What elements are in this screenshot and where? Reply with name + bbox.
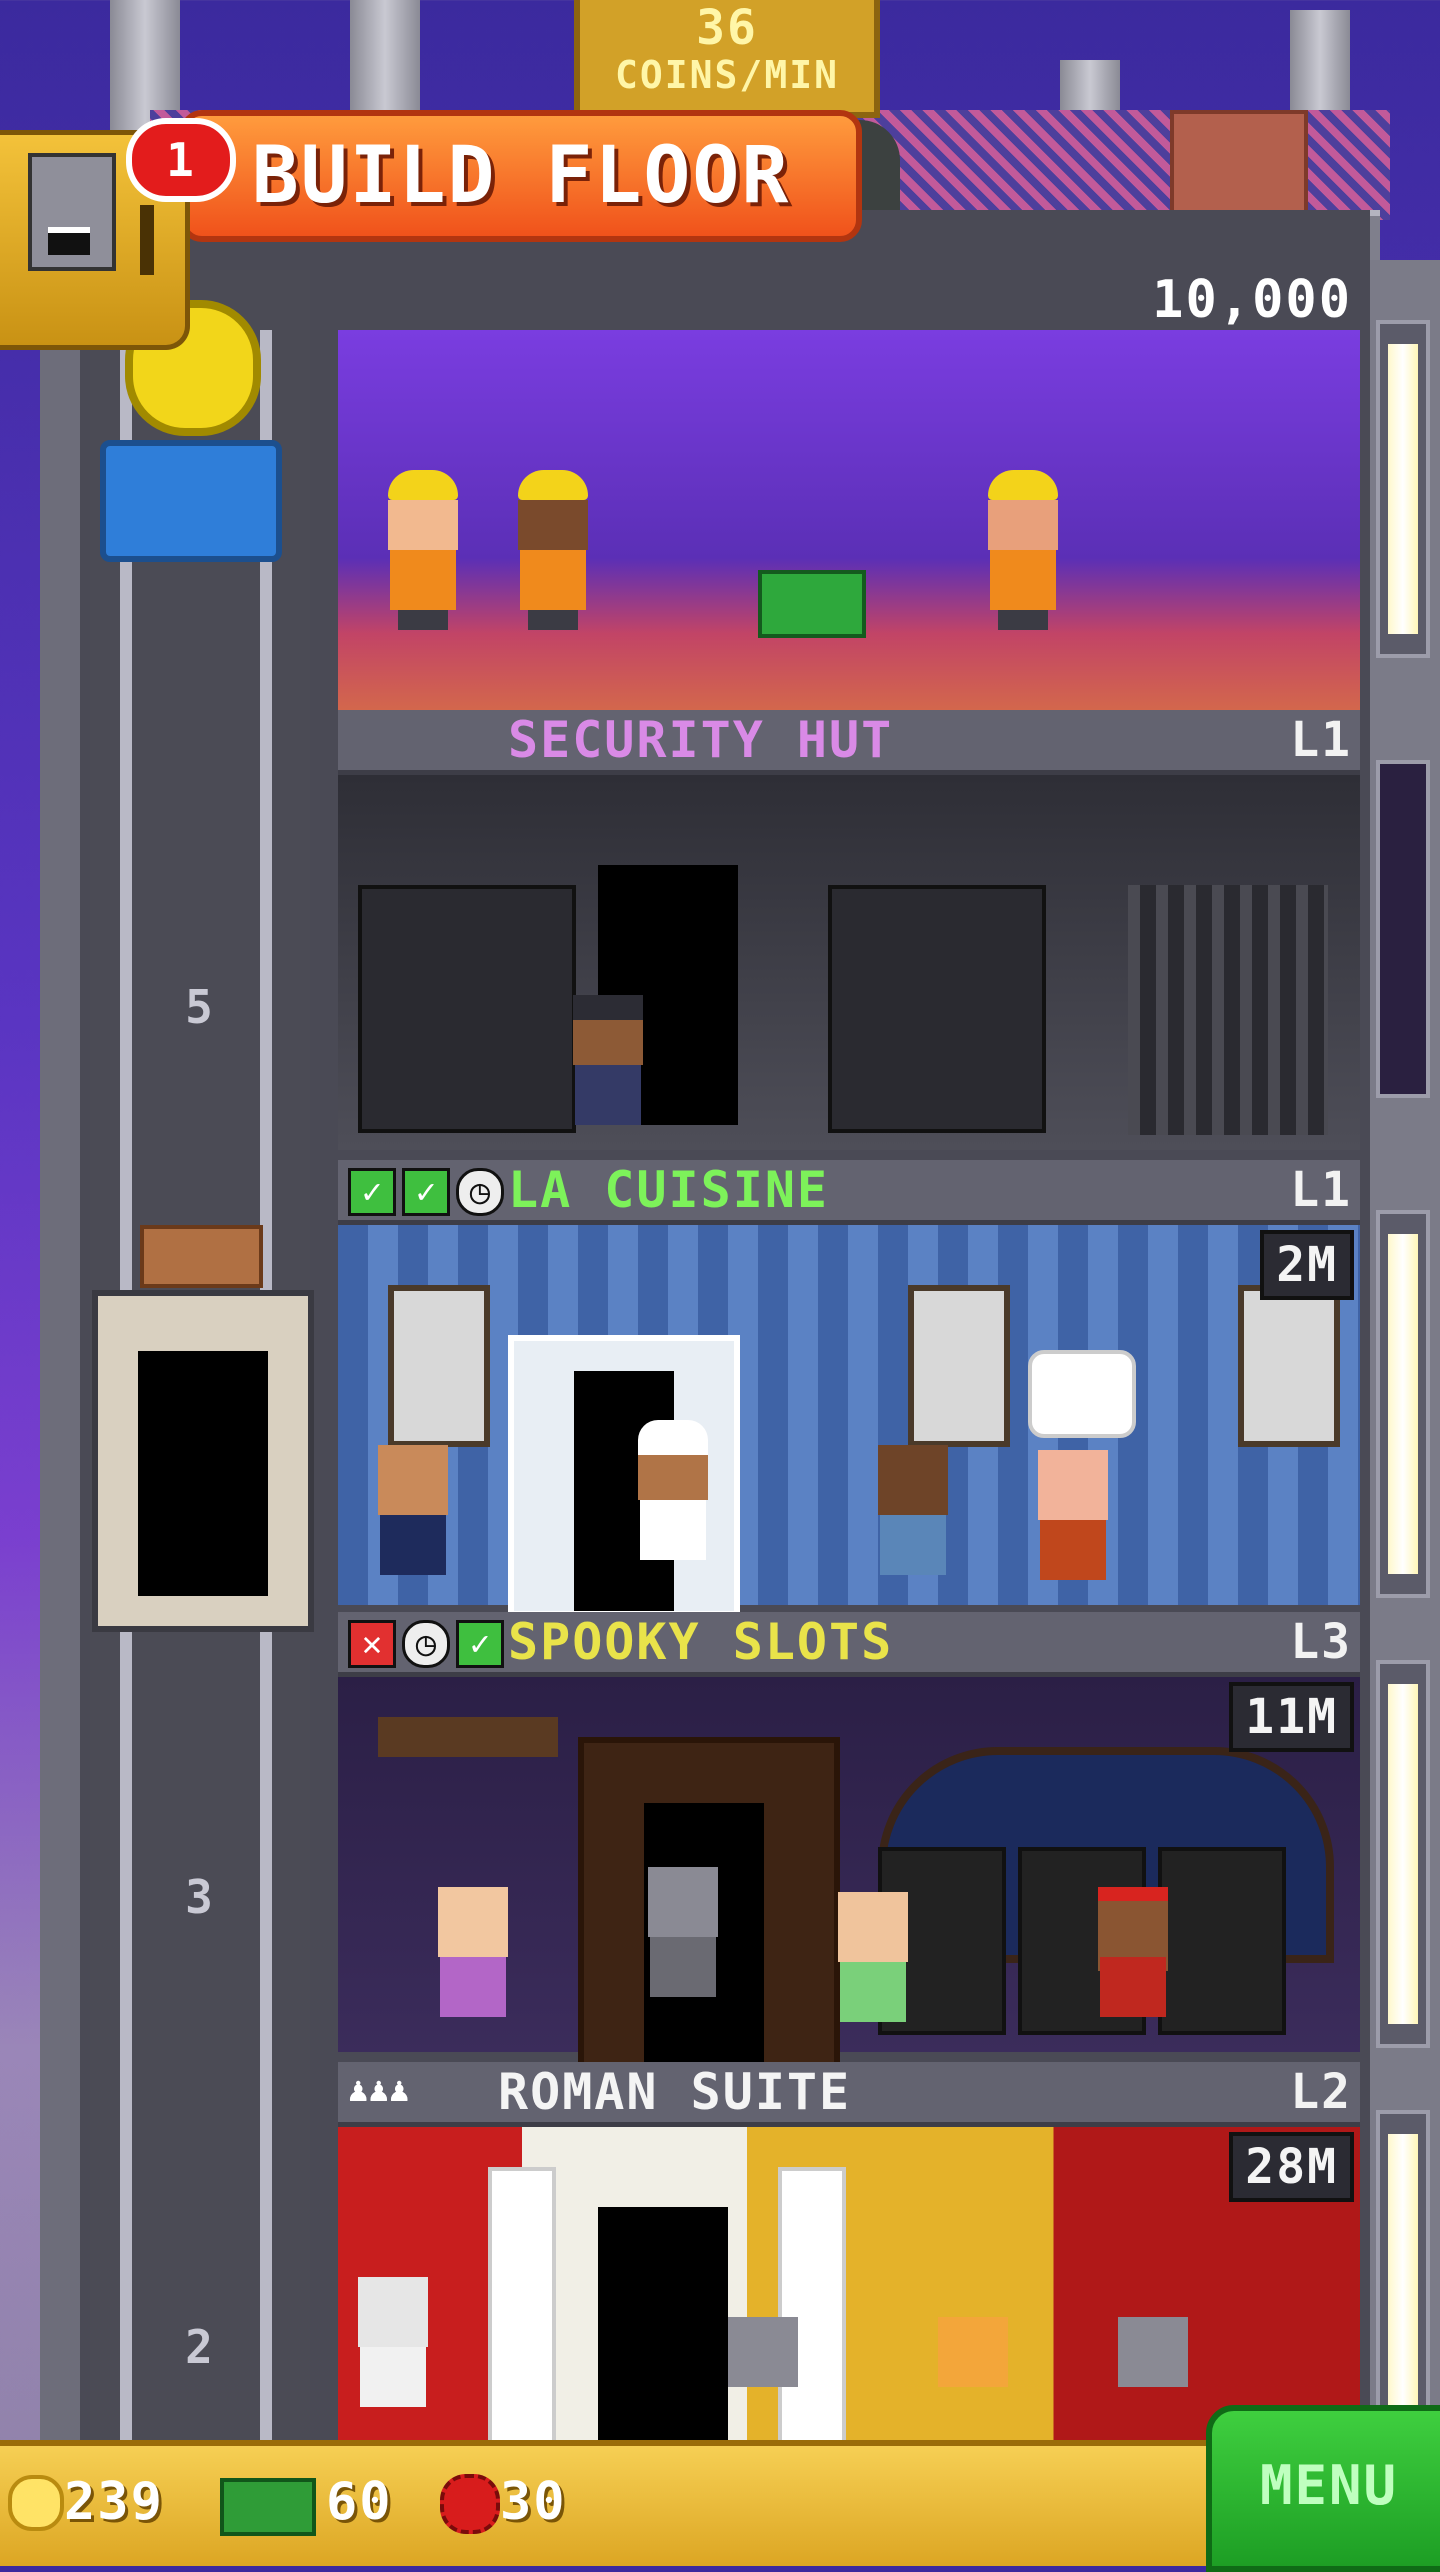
floor-label-bar: ✕ ◷ ✓ SPOOKY SLOTS L3 xyxy=(338,1612,1360,1677)
construction-site xyxy=(338,330,1360,710)
statue xyxy=(348,2277,438,2427)
elevator-car-top xyxy=(140,1225,263,1288)
floor-roman-suite[interactable]: ♟♟♟ ROMAN SUITE L2 28M xyxy=(338,2062,1360,2475)
tower-window xyxy=(1376,320,1430,658)
construction-worker xyxy=(378,470,468,630)
coins-per-minute-label: COINS/MIN xyxy=(615,53,839,97)
casino-room xyxy=(338,1677,1360,2069)
painting xyxy=(388,1285,490,1447)
gambler[interactable] xyxy=(428,1887,518,2037)
occupancy-status: ♟♟♟ xyxy=(348,2070,409,2110)
shaft-floor-number: 5 xyxy=(185,980,215,1034)
check-icon: ✓ xyxy=(402,1168,450,1216)
floor-name: LA CUISINE xyxy=(508,1161,830,1219)
zombie-bitizen[interactable] xyxy=(638,1867,728,2017)
security-monitors xyxy=(358,885,576,1133)
tower-window xyxy=(1376,1210,1430,1598)
hard-hat-icon xyxy=(518,470,588,500)
painting xyxy=(908,1285,1010,1447)
doorway xyxy=(598,2207,728,2467)
coins-per-minute-badge: 36 COINS/MIN xyxy=(574,0,880,118)
gem-icon xyxy=(440,2474,500,2534)
roman-suite-room xyxy=(338,2127,1360,2475)
clock-icon: ◷ xyxy=(402,1620,450,1668)
roof-crate xyxy=(1170,110,1308,218)
person-icon: ♟ xyxy=(348,2070,369,2110)
jail-cell xyxy=(1128,885,1328,1135)
person-icon: ♟ xyxy=(388,2070,410,2110)
check-icon: ✓ xyxy=(348,1168,396,1216)
waiter[interactable] xyxy=(368,1445,458,1595)
restaurant-room xyxy=(338,1225,1360,1617)
construction-worker xyxy=(978,470,1068,630)
hard-hat-icon xyxy=(388,470,458,500)
shaft-floor-number: 3 xyxy=(185,1870,215,1924)
build-floor-button[interactable]: BUILD FLOOR xyxy=(180,110,862,242)
floor-level: L1 xyxy=(1290,1162,1352,1218)
floor-spooky-slots[interactable]: ✕ ◷ ✓ SPOOKY SLOTS L3 11M xyxy=(338,1612,1360,2069)
floor-la-cuisine[interactable]: ✓ ✓ ◷ LA CUISINE L1 2M xyxy=(338,1160,1360,1617)
tower-window xyxy=(1376,1660,1430,2048)
floor-name: ROMAN SUITE xyxy=(498,2063,852,2121)
wine-thought-bubble-icon xyxy=(1028,1350,1136,1438)
tower-window xyxy=(1376,760,1430,1098)
floor-name: SECURITY HUT xyxy=(508,711,894,769)
tower-bux-icon xyxy=(220,2478,316,2536)
coins-count: 239 xyxy=(64,2472,164,2532)
gambler[interactable] xyxy=(1088,1887,1178,2037)
diner[interactable] xyxy=(868,1445,958,1595)
tower-window xyxy=(1376,2110,1430,2448)
elevator-motor xyxy=(100,440,282,562)
floor-level: L3 xyxy=(1290,1614,1352,1670)
gambler[interactable] xyxy=(828,1892,918,2042)
bux-count: 60 xyxy=(326,2472,393,2532)
stock-status: ✕ ◷ ✓ xyxy=(348,1620,510,1668)
floor-value: 28M xyxy=(1229,2132,1354,2202)
check-icon: ✓ xyxy=(456,1620,504,1668)
x-icon: ✕ xyxy=(348,1620,396,1668)
chandelier xyxy=(378,1717,558,1757)
stock-status: ✓ ✓ ◷ xyxy=(348,1168,510,1216)
hard-hat-icon xyxy=(988,470,1058,500)
painting xyxy=(1238,1285,1340,1447)
floor-level: L1 xyxy=(1290,712,1352,768)
notification-count-badge: 1 xyxy=(126,118,236,202)
elevator-car[interactable] xyxy=(92,1290,314,1632)
floor-label-bar: ✓ ✓ ◷ LA CUISINE L1 xyxy=(338,1160,1360,1225)
floor-value: 11M xyxy=(1229,1682,1354,1752)
roman-column xyxy=(488,2167,556,2475)
gems-count: 30 xyxy=(500,2472,567,2532)
zombie-bitizen-avatar xyxy=(28,153,116,271)
floor-value: 2M xyxy=(1260,1230,1354,1300)
shaft-floor-number: 2 xyxy=(185,2320,215,2374)
chef[interactable] xyxy=(628,1420,718,1570)
build-floor-price: 10,000 xyxy=(1152,270,1352,330)
coins-per-minute-value: 36 xyxy=(696,0,758,56)
exclamation-icon xyxy=(140,205,154,275)
person-icon: ♟ xyxy=(368,2070,389,2110)
clock-icon: ◷ xyxy=(456,1168,504,1216)
floor-name: SPOOKY SLOTS xyxy=(508,1613,894,1671)
diner[interactable] xyxy=(1028,1450,1118,1600)
floor-security-hut[interactable]: SECURITY HUT L1 xyxy=(338,710,1360,1150)
floor-level: L2 xyxy=(1290,2064,1352,2120)
toolbox xyxy=(758,570,866,638)
construction-worker xyxy=(508,470,598,630)
floor-label-bar: SECURITY HUT L1 xyxy=(338,710,1360,775)
elevator-door xyxy=(138,1351,268,1596)
menu-button[interactable]: MENU xyxy=(1206,2405,1440,2572)
floor-label-bar: ♟♟♟ ROMAN SUITE L2 xyxy=(338,2062,1360,2127)
security-hut-room xyxy=(338,775,1360,1150)
security-monitors xyxy=(828,885,1046,1133)
security-guard[interactable] xyxy=(563,995,653,1145)
coin-icon xyxy=(8,2475,64,2531)
build-floor-section[interactable]: 10,000 xyxy=(338,270,1360,710)
